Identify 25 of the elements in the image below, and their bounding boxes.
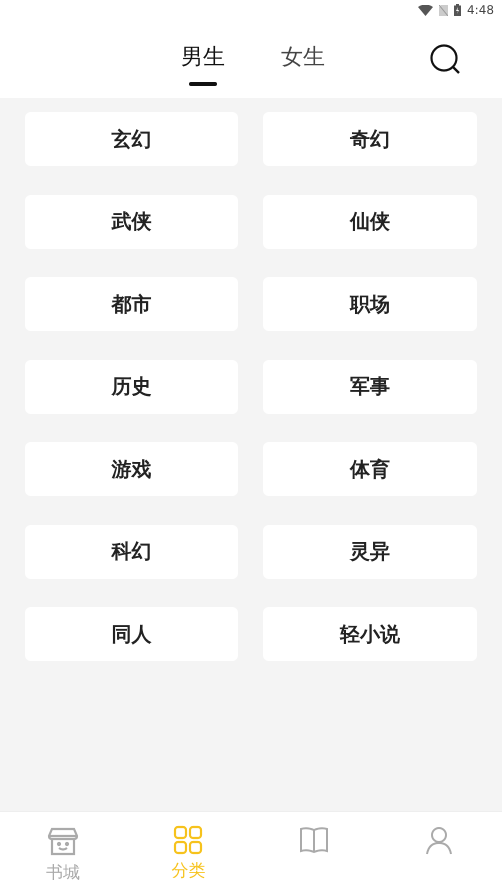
clock: 4:48 [467,3,494,17]
category-button[interactable]: 都市 [25,277,238,331]
no-sim-icon [439,4,448,16]
category-button[interactable]: 玄幻 [25,112,238,166]
category-button[interactable]: 科幻 [25,524,238,578]
tab[interactable]: 女生 [281,42,325,86]
category-button[interactable]: 奇幻 [263,112,477,166]
category-button[interactable]: 同人 [25,607,238,661]
person-icon [424,825,454,855]
wifi-icon [418,4,434,16]
category-button[interactable]: 军事 [263,360,477,414]
category-button[interactable]: 仙侠 [263,194,477,248]
category-button[interactable]: 职场 [263,277,477,331]
category-button[interactable]: 灵异 [263,524,477,578]
book-icon [298,825,329,855]
category-button[interactable]: 轻小说 [263,607,477,661]
tab[interactable]: 男生 [181,42,225,86]
battery-icon [454,4,462,16]
category-button[interactable]: 体育 [263,442,477,496]
store-icon [46,825,79,857]
category-button[interactable]: 武侠 [25,194,238,248]
grid-icon [173,825,204,855]
search-icon[interactable] [430,44,462,76]
category-button[interactable]: 游戏 [25,442,238,496]
category-button[interactable]: 历史 [25,360,238,414]
